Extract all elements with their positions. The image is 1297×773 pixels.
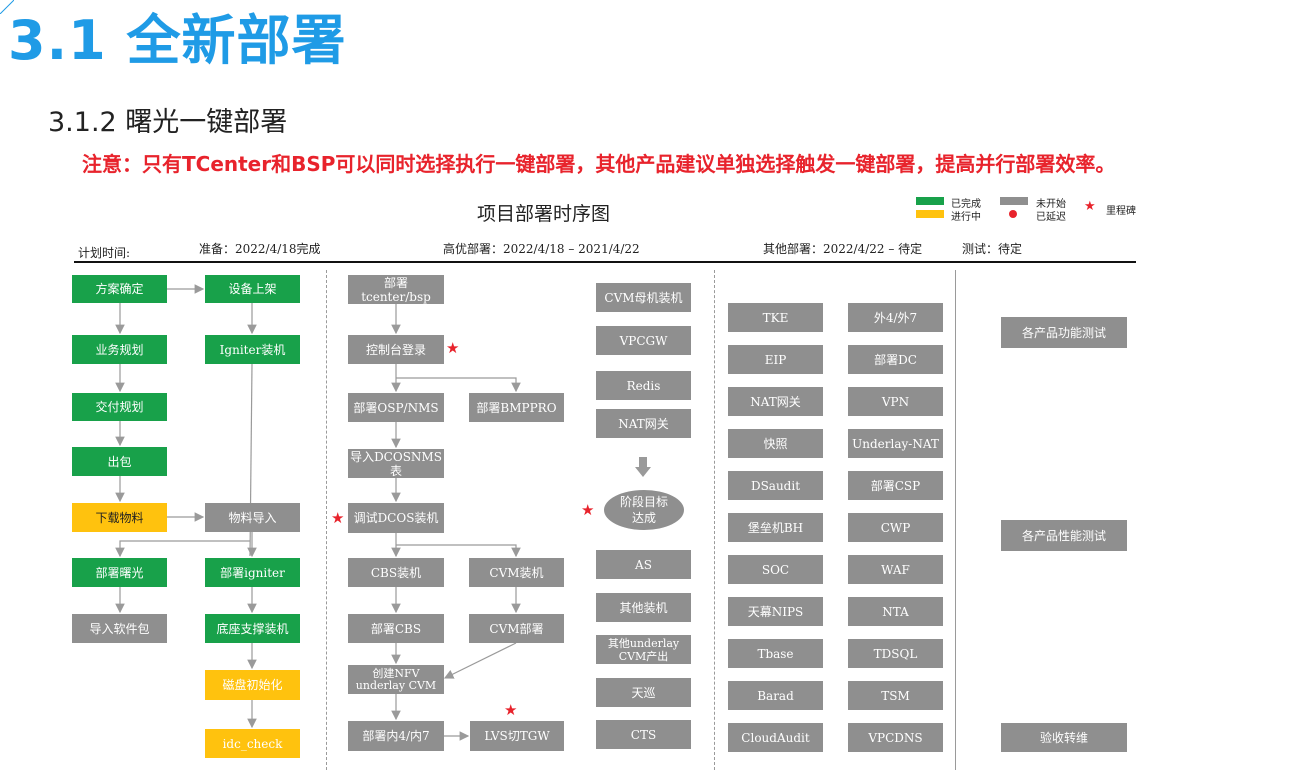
box-cvm-host-install: CVM母机装机 (596, 283, 691, 312)
box-deploy-shuguang: 部署曙光 (72, 558, 167, 587)
box-nta: NTA (848, 597, 943, 626)
box-performance-test: 各产品性能测试 (1001, 520, 1127, 551)
box-cvm-deploy: CVM部署 (469, 614, 564, 643)
box-idc-check: idc_check (205, 729, 300, 758)
box-eip: EIP (728, 345, 823, 374)
box-device-rack: 设备上架 (205, 275, 300, 303)
box-deploy-dc: 部署DC (848, 345, 943, 374)
box-dsaudit: DSaudit (728, 471, 823, 500)
box-snapshot: 快照 (728, 429, 823, 458)
box-debug-dcos: 调试DCOS装机 (348, 503, 444, 533)
box-deploy-tcenter-bsp: 部署tcenter/bsp (348, 275, 444, 304)
box-import-dcosnms: 导入DCOSNMS表 (348, 449, 444, 478)
box-import-software: 导入软件包 (72, 614, 167, 643)
box-nat-gateway-mid: NAT网关 (596, 409, 691, 438)
box-as: AS (596, 550, 691, 579)
box-outer47: 外4/外7 (848, 303, 943, 332)
box-waf: WAF (848, 555, 943, 584)
box-download-material: 下载物料 (72, 503, 167, 532)
box-soc: SOC (728, 555, 823, 584)
milestone-star-icon: ★ (581, 501, 595, 519)
box-other-underlay-cvm: 其他underlay CVM产出 (596, 635, 691, 664)
box-disk-init: 磁盘初始化 (205, 670, 300, 700)
box-cwp: CWP (848, 513, 943, 542)
milestone-star-icon: ★ (504, 701, 518, 719)
box-cbs-install: CBS装机 (348, 558, 444, 587)
box-package: 出包 (72, 447, 167, 476)
down-arrow-icon (635, 457, 651, 477)
box-deploy-cbs: 部署CBS (348, 614, 444, 643)
box-tianmu-nips: 天幕NIPS (728, 597, 823, 626)
box-delivery-plan: 交付规划 (72, 393, 167, 421)
box-cvm-install: CVM装机 (469, 558, 564, 587)
box-create-nfv-underlay-cvm: 创建NFV underlay CVM (348, 665, 444, 694)
box-tsm: TSM (848, 681, 943, 710)
milestone-star-icon: ★ (331, 509, 345, 527)
box-deploy-csp: 部署CSP (848, 471, 943, 500)
box-console-login: 控制台登录 (348, 335, 444, 364)
box-tbase: Tbase (728, 639, 823, 668)
milestone-star-icon: ★ (446, 339, 460, 357)
box-nat-gateway: NAT网关 (728, 387, 823, 416)
box-vpcdns: VPCDNS (848, 723, 943, 752)
box-base-install: 底座支撑装机 (205, 614, 300, 643)
box-barad: Barad (728, 681, 823, 710)
box-igniter-install: Igniter装机 (205, 335, 300, 364)
box-other-install: 其他装机 (596, 593, 691, 622)
box-deploy-igniter: 部署igniter (205, 558, 300, 587)
box-function-test: 各产品功能测试 (1001, 317, 1127, 348)
milestone-stage-goal: 阶段目标达成 (604, 490, 684, 530)
box-deploy-osp-nms: 部署OSP/NMS (348, 393, 444, 422)
box-vpcgw: VPCGW (596, 326, 691, 355)
box-bastion-bh: 堡垒机BH (728, 513, 823, 542)
box-tdsql: TDSQL (848, 639, 943, 668)
box-deploy-bmppro: 部署BMPPRO (469, 393, 564, 422)
box-acceptance-handover: 验收转维 (1001, 723, 1127, 752)
box-business-plan: 业务规划 (72, 335, 167, 364)
box-vpn: VPN (848, 387, 943, 416)
box-cts: CTS (596, 720, 691, 749)
box-plan-confirm: 方案确定 (72, 275, 167, 303)
box-deploy-inner47: 部署内4/内7 (348, 721, 444, 751)
box-tke: TKE (728, 303, 823, 332)
box-tianxun: 天巡 (596, 678, 691, 707)
box-cloudaudit: CloudAudit (728, 723, 823, 752)
box-lvs-tgw: LVS切TGW (470, 721, 564, 751)
box-material-import: 物料导入 (205, 503, 300, 532)
box-underlay-nat: Underlay-NAT (848, 429, 943, 458)
box-redis: Redis (596, 371, 691, 400)
